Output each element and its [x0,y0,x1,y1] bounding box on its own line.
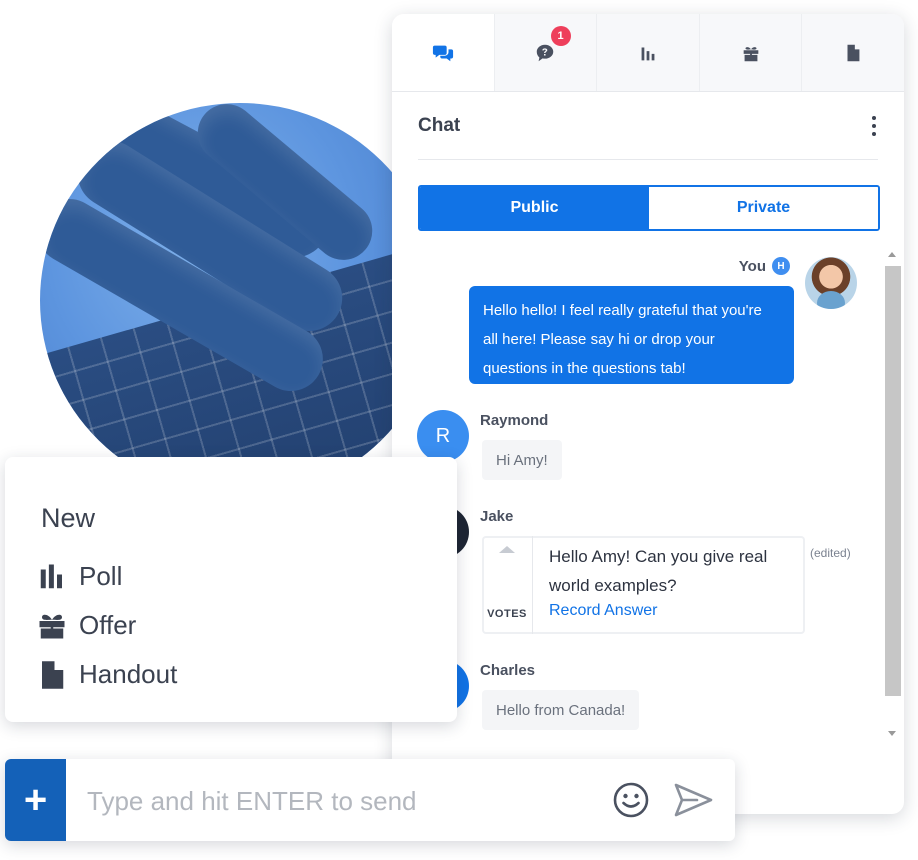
chat-title: Chat [418,114,461,136]
plus-icon: + [23,778,48,822]
add-button[interactable]: + [5,759,66,841]
chat-header: Chat [418,92,878,160]
message-bubble: Hello from Canada! [482,690,640,730]
menu-item-label: Poll [79,561,123,591]
panel-tabs: 1 [392,14,904,92]
chat-bubbles-icon [432,45,453,61]
upvote-icon[interactable] [498,546,515,553]
message-input[interactable] [87,781,587,821]
edited-label: (edited) [810,546,851,560]
votes-label: VOTES [487,608,527,620]
tab-polls[interactable] [597,14,700,91]
chat-visibility-toggle: Public Private [418,185,880,231]
tab-questions[interactable]: 1 [494,14,598,91]
hero-photo [40,103,440,498]
question-body: Hello Amy! Can you give real world examp… [533,536,805,634]
gift-icon [39,614,65,638]
message-composer: + [5,759,735,841]
message-sender: Raymond [480,412,549,429]
questions-badge: 1 [550,26,571,46]
message-bubble: Hi Amy! [482,440,562,480]
chat-panel: 1 Chat Public Private You H Hello hello!… [392,14,904,814]
message-sender: Jake [480,508,514,525]
chat-scrollbar[interactable] [884,250,901,736]
own-sender-name: You [738,257,766,275]
menu-title: New [41,503,96,533]
own-message-bubble: Hello hello! I feel really grateful that… [469,286,794,384]
record-answer-link[interactable]: Record Answer [549,602,789,620]
tab-handouts[interactable] [802,14,904,91]
question-text: Hello Amy! Can you give real world examp… [548,547,768,595]
menu-item-offer[interactable]: Offer [37,610,136,641]
avatar-letter: R [435,424,451,447]
menu-item-poll[interactable]: Poll [37,561,122,592]
scrollbar-thumb[interactable] [885,266,901,696]
avatar: R [417,410,469,462]
handout-icon [42,660,64,689]
tab-chat[interactable] [392,14,495,91]
questions-icon [537,44,554,61]
handout-icon [847,44,860,61]
gift-icon [743,46,758,61]
scroll-down-icon[interactable] [888,731,896,736]
menu-item-handout[interactable]: Handout [37,659,177,690]
poll-icon [641,47,655,60]
public-tab[interactable]: Public [420,187,649,229]
message-sender: Charles [480,662,536,679]
menu-item-label: Offer [79,610,137,640]
vote-column: VOTES [482,536,533,634]
more-options-icon[interactable] [870,112,878,140]
tab-offers[interactable] [699,14,803,91]
menu-item-label: Handout [79,659,178,689]
own-message-sender: You H [739,257,790,275]
avatar [805,257,857,309]
emoji-icon[interactable] [611,780,651,820]
new-item-menu: New Poll Offer Handout [5,457,457,722]
private-tab[interactable]: Private [649,187,878,229]
host-badge: H [772,257,790,275]
send-icon[interactable] [671,780,715,820]
poll-icon [40,564,62,588]
scroll-up-icon[interactable] [888,252,896,257]
question-card: VOTES Hello Amy! Can you give real world… [482,536,805,634]
